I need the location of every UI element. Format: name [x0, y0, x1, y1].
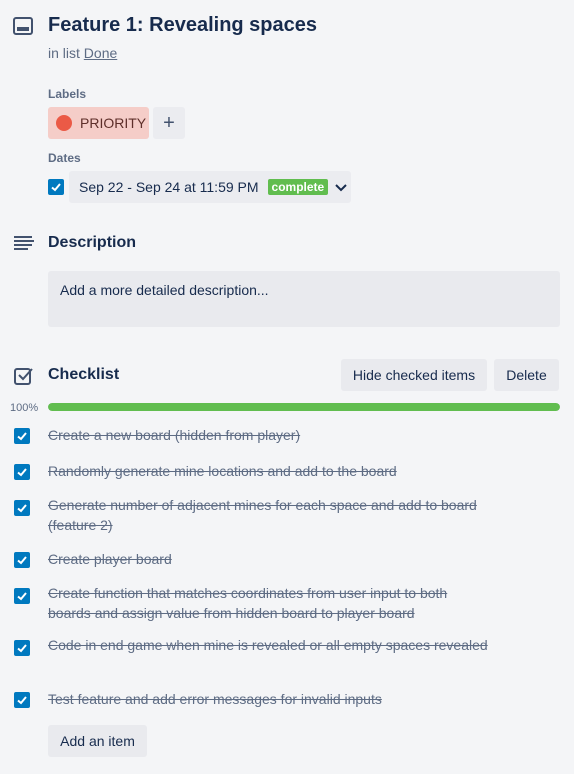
label-color-dot: [56, 115, 72, 131]
check-icon: [51, 183, 61, 192]
hide-checked-items-button[interactable]: Hide checked items: [341, 359, 487, 391]
checklist-item[interactable]: Generate number of adjacent mines for ea…: [48, 495, 488, 535]
checklist-item[interactable]: Test feature and add error messages for …: [48, 689, 488, 709]
checklist-heading: Checklist: [48, 366, 120, 383]
checklist-item[interactable]: Create player board: [48, 549, 488, 569]
delete-checklist-button[interactable]: Delete: [494, 359, 559, 391]
checklist-item[interactable]: Create a new board (hidden from player): [48, 425, 488, 445]
checklist-icon: [14, 368, 33, 385]
status-badge: complete: [267, 179, 329, 195]
progress-percent: 100%: [10, 402, 39, 414]
description-icon: [14, 236, 34, 250]
list-link[interactable]: Done: [84, 45, 117, 61]
progress-fill: [48, 403, 560, 411]
checklist-item-checkbox[interactable]: [14, 692, 30, 708]
check-icon: [17, 696, 27, 705]
check-icon: [17, 556, 27, 565]
check-icon: [17, 592, 27, 601]
description-heading: Description: [48, 234, 137, 251]
card-icon: [13, 17, 33, 35]
checklist-item-checkbox[interactable]: [14, 588, 30, 604]
checklist-item-checkbox[interactable]: [14, 428, 30, 444]
label-priority[interactable]: PRIORITY: [48, 107, 149, 139]
checklist-item-checkbox[interactable]: [14, 500, 30, 516]
card-title[interactable]: Feature 1: Revealing spaces: [48, 14, 317, 37]
dates-heading: Dates: [48, 151, 81, 165]
in-list-prefix: in list: [48, 45, 80, 61]
check-icon: [17, 432, 27, 441]
checklist-item-checkbox[interactable]: [14, 464, 30, 480]
add-item-button[interactable]: Add an item: [48, 725, 147, 757]
progress-bar: [48, 403, 560, 411]
check-icon: [17, 468, 27, 477]
checklist-item[interactable]: Randomly generate mine locations and add…: [48, 461, 488, 481]
label-text: PRIORITY: [80, 115, 147, 131]
date-range: Sep 22 - Sep 24 at 11:59 PM: [79, 179, 259, 195]
date-complete-checkbox[interactable]: [48, 179, 64, 195]
description-input[interactable]: Add a more detailed description...: [48, 271, 560, 327]
checklist-item[interactable]: Code in end game when mine is revealed o…: [48, 635, 488, 655]
checklist-item-checkbox[interactable]: [14, 640, 30, 656]
plus-icon: +: [163, 111, 175, 134]
labels-heading: Labels: [48, 87, 87, 101]
checklist-item[interactable]: Create function that matches coordinates…: [48, 583, 488, 623]
checklist-item-checkbox[interactable]: [14, 552, 30, 568]
check-icon: [17, 644, 27, 653]
check-icon: [17, 504, 27, 513]
chevron-down-icon: [335, 184, 347, 192]
due-date-button[interactable]: Sep 22 - Sep 24 at 11:59 PM complete: [69, 171, 351, 203]
list-info: in list Done: [48, 45, 117, 61]
add-label-button[interactable]: +: [153, 107, 185, 139]
